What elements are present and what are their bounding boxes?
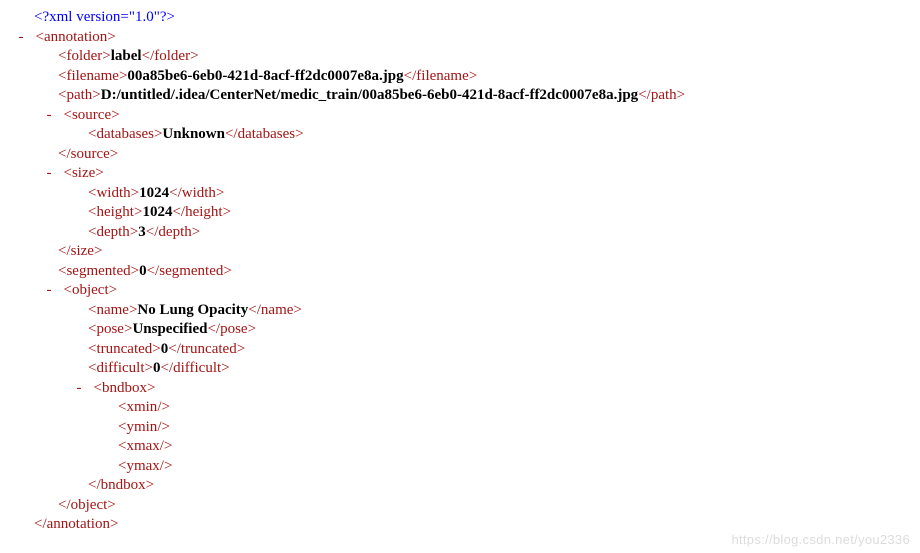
path-element: <path>D:/untitled/.idea/CenterNet/medic_… <box>8 86 920 106</box>
collapse-icon[interactable]: - <box>42 106 56 126</box>
ymax-element: <ymax/> <box>8 457 920 477</box>
watermark: https://blog.csdn.net/you2336 <box>731 532 910 547</box>
collapse-icon[interactable]: - <box>42 164 56 184</box>
segmented-element: <segmented>0</segmented> <box>8 262 920 282</box>
collapse-icon[interactable]: - <box>72 379 86 399</box>
bndbox-open[interactable]: - <bndbox> <box>8 379 920 399</box>
difficult-element: <difficult>0</difficult> <box>8 359 920 379</box>
collapse-icon[interactable]: - <box>14 28 28 48</box>
pose-element: <pose>Unspecified</pose> <box>8 320 920 340</box>
depth-element: <depth>3</depth> <box>8 223 920 243</box>
filename-element: <filename>00a85be6-6eb0-421d-8acf-ff2dc0… <box>8 67 920 87</box>
ymin-element: <ymin/> <box>8 418 920 438</box>
xml-declaration: <?xml version="1.0"?> <box>8 8 920 28</box>
databases-element: <databases>Unknown</databases> <box>8 125 920 145</box>
object-open[interactable]: - <object> <box>8 281 920 301</box>
name-element: <name>No Lung Opacity</name> <box>8 301 920 321</box>
collapse-icon[interactable]: - <box>42 281 56 301</box>
width-element: <width>1024</width> <box>8 184 920 204</box>
source-close: </source> <box>8 145 920 165</box>
height-element: <height>1024</height> <box>8 203 920 223</box>
size-close: </size> <box>8 242 920 262</box>
annotation-open[interactable]: - <annotation> <box>8 28 920 48</box>
bndbox-close: </bndbox> <box>8 476 920 496</box>
source-open[interactable]: - <source> <box>8 106 920 126</box>
truncated-element: <truncated>0</truncated> <box>8 340 920 360</box>
size-open[interactable]: - <size> <box>8 164 920 184</box>
xmax-element: <xmax/> <box>8 437 920 457</box>
xmin-element: <xmin/> <box>8 398 920 418</box>
object-close: </object> <box>8 496 920 516</box>
folder-element: <folder>label</folder> <box>8 47 920 67</box>
